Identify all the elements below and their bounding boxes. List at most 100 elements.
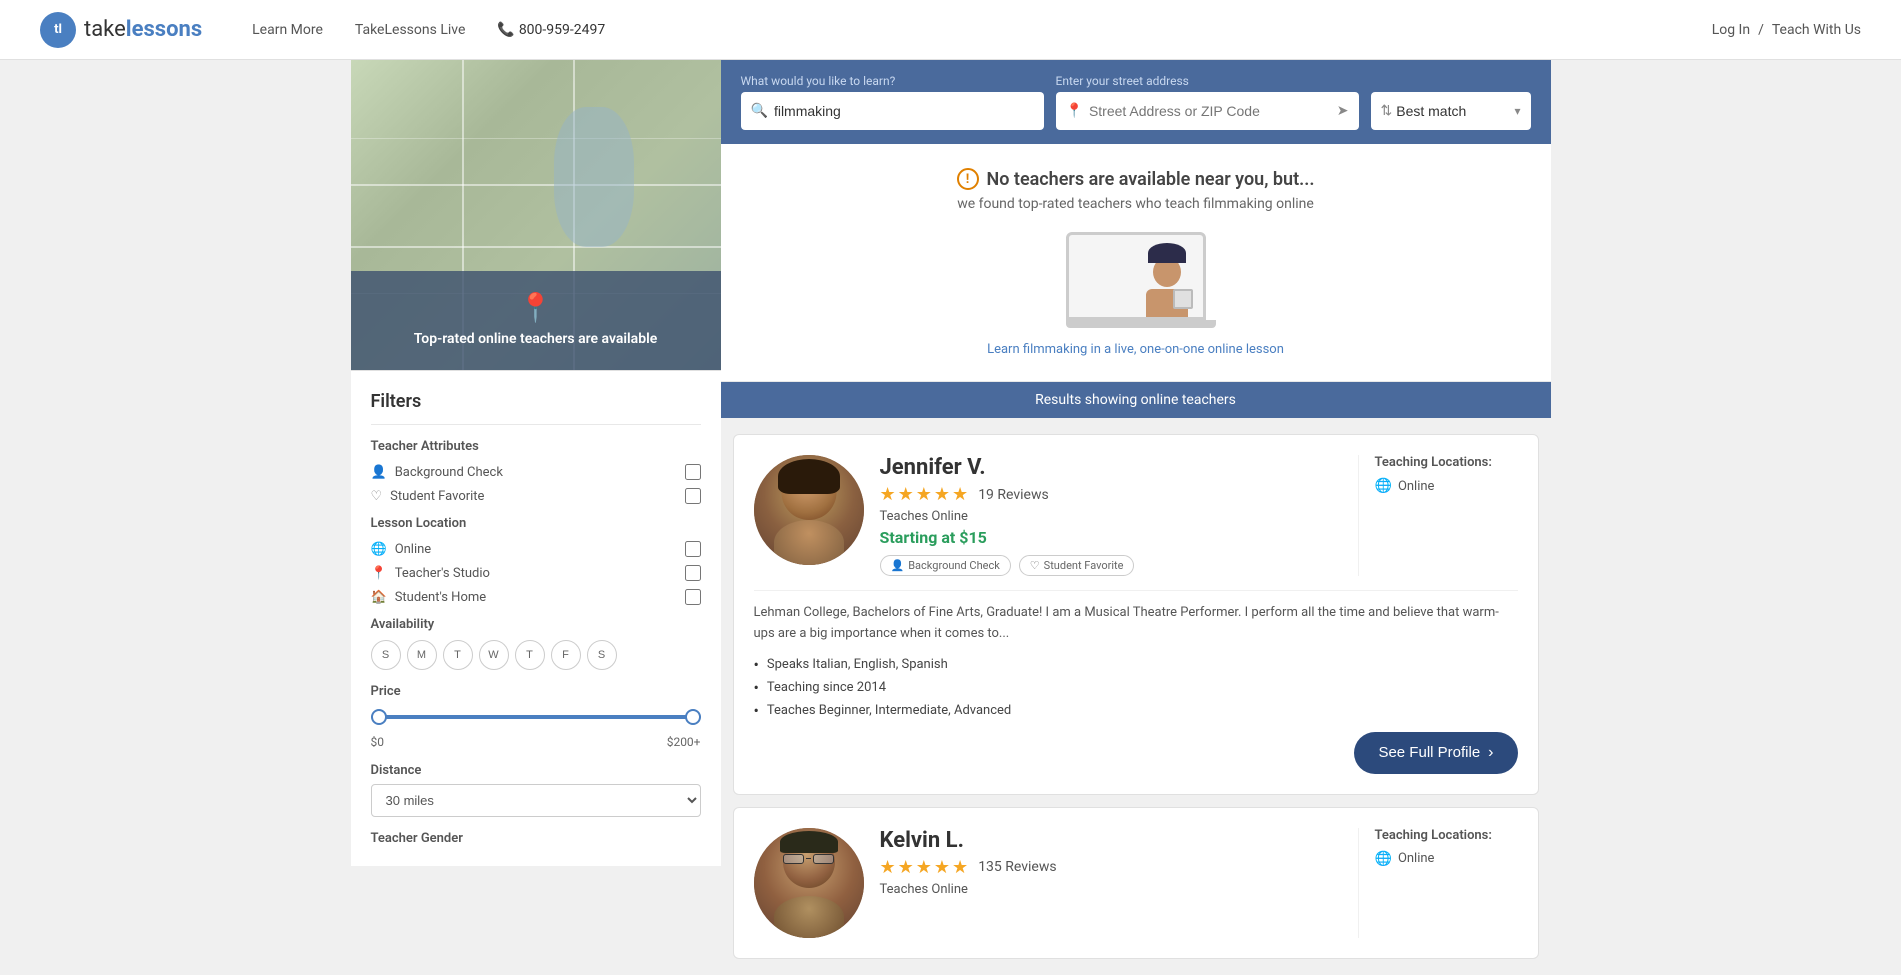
map-overlay-text: Top-rated online teachers are available	[371, 330, 701, 350]
price-track-fill	[371, 715, 701, 719]
logo-icon: tl	[40, 12, 76, 48]
badge-student-favorite: ♡ Student Favorite	[1019, 555, 1135, 576]
teachers-studio-label: 📍 Teacher's Studio	[371, 566, 490, 581]
filter-row-student-favorite: ♡ Student Favorite	[371, 488, 701, 504]
map-pin-icon: 📍	[371, 291, 701, 324]
kelvin-stars: ★★★★★	[880, 857, 971, 878]
site-header: tl takelessons Learn More TakeLessons Li…	[0, 0, 1901, 60]
students-home-label: 🏠 Student's Home	[371, 590, 487, 605]
filters-title: Filters	[371, 391, 701, 412]
card-top-jennifer: Jennifer V. ★★★★★ 19 Reviews Teaches Onl…	[754, 455, 1518, 576]
sort-field: Sort ⇅ Best match Price: Low to High Pri…	[1371, 74, 1531, 130]
login-link[interactable]: Log In	[1712, 22, 1750, 38]
kelvin-avatar-img	[754, 828, 864, 938]
search-icon: 🔍	[751, 103, 768, 119]
price-handle-right[interactable]	[685, 709, 701, 725]
sort-container: ⇅ Best match Price: Low to High Price: H…	[1371, 92, 1531, 130]
student-favorite-checkbox[interactable]	[685, 488, 701, 504]
online-checkbox[interactable]	[685, 541, 701, 557]
day-btn-sat[interactable]: S	[587, 640, 617, 670]
sort-select[interactable]: Best match Price: Low to High Price: Hig…	[1396, 103, 1514, 119]
price-max: $200+	[667, 735, 701, 749]
kelvin-reviews: 135 Reviews	[978, 859, 1056, 875]
jennifer-name: Jennifer V.	[880, 455, 1342, 480]
jennifer-price: Starting at $15	[880, 528, 1342, 547]
distance-label: Distance	[371, 763, 701, 778]
address-input[interactable]	[1089, 103, 1337, 119]
jennifer-info: Jennifer V. ★★★★★ 19 Reviews Teaches Onl…	[880, 455, 1342, 576]
address-field: Enter your street address 📍 ➤	[1056, 74, 1359, 130]
filter-row-student-home: 🏠 Student's Home	[371, 589, 701, 605]
bullet-1: •	[754, 655, 759, 674]
sort-chevron-icon: ▾	[1514, 104, 1520, 118]
price-handle-left[interactable]	[371, 709, 387, 725]
person-hair	[1148, 243, 1186, 263]
detail-teaches-levels: • Teaches Beginner, Intermediate, Advanc…	[754, 701, 1518, 720]
distance-select[interactable]: 30 miles 5 miles 10 miles 50 miles	[371, 784, 701, 817]
filter-row-teacher-studio: 📍 Teacher's Studio	[371, 565, 701, 581]
filter-section-availability: Availability S M T W T F S	[371, 617, 701, 670]
day-btn-mon[interactable]: M	[407, 640, 437, 670]
card-top-kelvin: Kelvin L. ★★★★★ 135 Reviews Teaches Onli…	[754, 828, 1518, 938]
day-btn-tue[interactable]: T	[443, 640, 473, 670]
teacher-studio-checkbox[interactable]	[685, 565, 701, 581]
phone-icon: 📞	[497, 22, 514, 38]
gps-icon[interactable]: ➤	[1337, 103, 1349, 119]
results-banner: Results showing online teachers	[721, 382, 1551, 418]
small-person-frame	[1173, 289, 1193, 309]
logo-text: takelessons	[84, 17, 202, 42]
background-check-checkbox[interactable]	[685, 464, 701, 480]
day-btn-sun[interactable]: S	[371, 640, 401, 670]
notice-title-row: ! No teachers are available near you, bu…	[745, 168, 1527, 190]
search-input[interactable]	[774, 103, 1034, 119]
badge-check-icon: 👤	[891, 559, 905, 572]
jennifer-details: • Speaks Italian, English, Spanish • Tea…	[754, 655, 1518, 720]
person-icon: 👤	[371, 465, 387, 480]
btn-arrow-icon: ›	[1488, 744, 1493, 762]
availability-days: S M T W T F S	[371, 640, 701, 670]
day-btn-wed[interactable]: W	[479, 640, 509, 670]
detail-teaching-since: • Teaching since 2014	[754, 678, 1518, 697]
bullet-2: •	[754, 678, 759, 697]
filter-section-distance: Distance 30 miles 5 miles 10 miles 50 mi…	[371, 763, 701, 817]
nav-auth: Log In / Teach With Us	[1712, 22, 1861, 38]
notice-subtitle: we found top-rated teachers who teach fi…	[745, 196, 1527, 212]
day-btn-thu[interactable]: T	[515, 640, 545, 670]
teacher-gender-label: Teacher Gender	[371, 831, 701, 846]
online-label: 🌐 Online	[371, 542, 432, 557]
kelvin-locations: Teaching Locations: 🌐 Online	[1358, 828, 1518, 938]
nav-live[interactable]: TakeLessons Live	[355, 22, 465, 38]
logo-area[interactable]: tl takelessons	[40, 12, 202, 48]
jennifer-reviews: 19 Reviews	[978, 487, 1049, 503]
kelvin-location-online: 🌐 Online	[1375, 851, 1518, 867]
teach-link[interactable]: Teach With Us	[1772, 22, 1861, 38]
teacher-attributes-label: Teacher Attributes	[371, 439, 701, 454]
price-slider-container	[371, 709, 701, 725]
search-subject-field: What would you like to learn? 🔍	[741, 74, 1044, 130]
filter-section-price: Price $0 $200+	[371, 684, 701, 749]
nav-learn-more[interactable]: Learn More	[252, 22, 323, 38]
teacher-card-jennifer: Jennifer V. ★★★★★ 19 Reviews Teaches Onl…	[733, 434, 1539, 795]
map-overlay: 📍 Top-rated online teachers are availabl…	[351, 271, 721, 370]
kelvin-info: Kelvin L. ★★★★★ 135 Reviews Teaches Onli…	[880, 828, 1342, 938]
kelvin-name: Kelvin L.	[880, 828, 1342, 853]
location-icon: 📍	[1066, 103, 1083, 119]
nav-phone: 📞 800-959-2497	[497, 22, 605, 38]
day-btn-fri[interactable]: F	[551, 640, 581, 670]
jennifer-badges: 👤 Background Check ♡ Student Favorite	[880, 555, 1342, 576]
search-subject-label: What would you like to learn?	[741, 74, 1044, 88]
see-profile-button-jennifer[interactable]: See Full Profile ›	[1354, 732, 1517, 774]
laptop-illustration	[1066, 232, 1206, 328]
student-favorite-label: ♡ Student Favorite	[371, 489, 485, 504]
main-layout: 📍 Top-rated online teachers are availabl…	[351, 60, 1551, 975]
location-pin-icon: 📍	[371, 566, 387, 581]
search-bar: What would you like to learn? 🔍 Enter yo…	[721, 60, 1551, 144]
heart-icon: ♡	[371, 489, 383, 504]
price-min: $0	[371, 735, 385, 749]
laptop-base	[1066, 320, 1216, 328]
student-home-checkbox[interactable]	[685, 589, 701, 605]
location-online: 🌐 Online	[1375, 478, 1518, 494]
online-lesson-text: Learn filmmaking in a live, one-on-one o…	[745, 342, 1527, 357]
search-input-container: 🔍	[741, 92, 1044, 130]
teacher-card-kelvin: Kelvin L. ★★★★★ 135 Reviews Teaches Onli…	[733, 807, 1539, 959]
